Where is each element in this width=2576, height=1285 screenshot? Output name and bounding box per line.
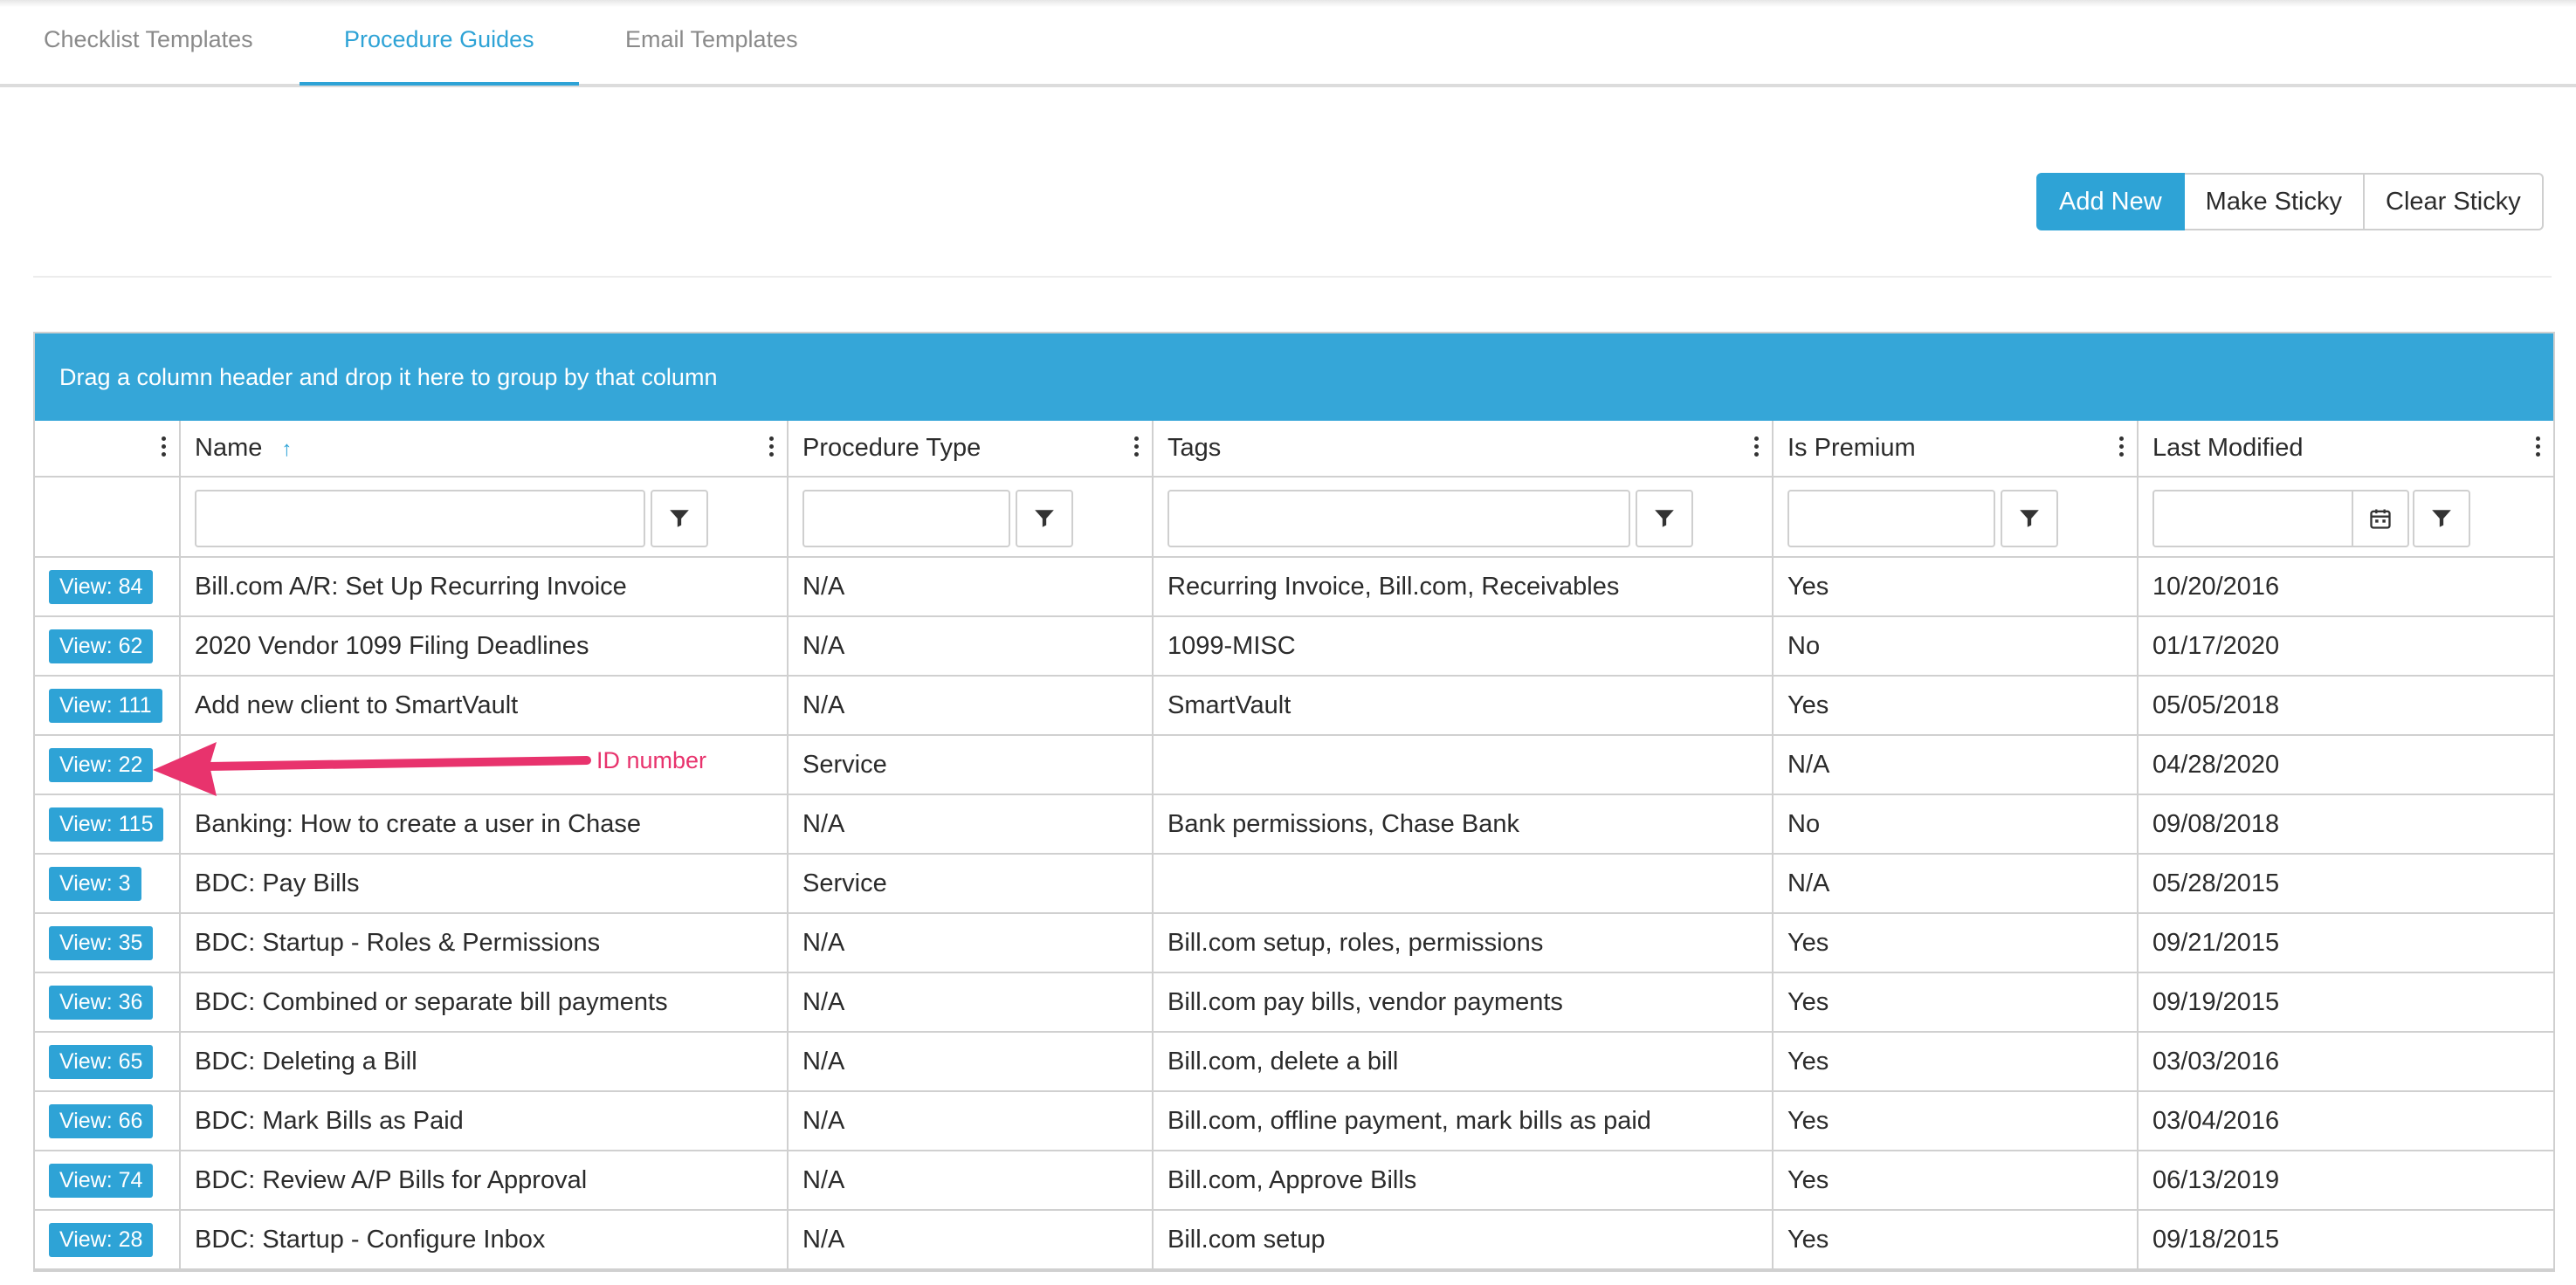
annotation-label: ID number xyxy=(596,747,707,773)
annotation-arrow xyxy=(153,742,591,796)
